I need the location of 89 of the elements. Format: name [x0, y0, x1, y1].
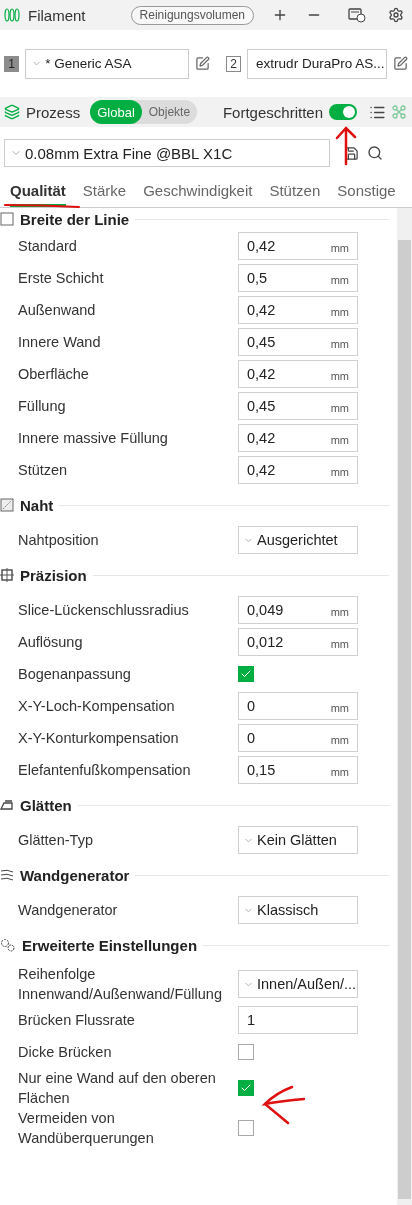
check-icon [240, 1082, 252, 1094]
section-heading: Wandgenerator [20, 866, 130, 884]
tab[interactable]: Stützen [269, 182, 321, 207]
number-field[interactable]: 0 mm [238, 724, 358, 752]
checkbox[interactable] [238, 666, 254, 682]
annotation-arrow [262, 1085, 308, 1127]
search-icon[interactable] [367, 145, 383, 161]
tab[interactable]: Stärke [82, 182, 127, 207]
dropdown[interactable]: Klassisch [238, 896, 358, 924]
number-field[interactable]: 0,15 mm [238, 756, 358, 784]
extruder-number[interactable]: 2 [225, 55, 242, 72]
setting-label: X-Y-Konturkompensation [18, 729, 180, 748]
setting-label: X-Y-Loch-Kompensation [18, 697, 176, 716]
setting-label: Innere Wand [18, 333, 102, 352]
wall-icon [0, 869, 14, 881]
setting-label: Stützen [18, 461, 69, 480]
section-heading: Naht [20, 496, 54, 514]
layers-icon [4, 104, 20, 120]
setting-label: Erste Schicht [18, 269, 105, 288]
number-field[interactable]: 0,42 mm [238, 456, 358, 484]
number-field[interactable]: 0,45 mm [238, 392, 358, 420]
dropdown[interactable]: Ausgerichtet [238, 526, 358, 554]
setting-label: Bogenanpassung [18, 665, 132, 684]
section-heading: Präzision [20, 566, 87, 584]
preset-name: 0.08mm Extra Fine @BBL X1C [25, 144, 233, 162]
setting-label: Nur eine Wand auf den oberen Flächen [18, 1069, 217, 1108]
setting-label: Wandgenerator [18, 901, 119, 920]
number-field[interactable]: 1 [238, 1006, 358, 1034]
extruder-number[interactable]: 1 [4, 55, 20, 72]
purge-volume-button[interactable]: Reinigungsvolumen [130, 5, 254, 25]
number-field[interactable]: 0,42 mm [238, 424, 358, 452]
crosshair-icon [0, 568, 14, 582]
checkbox[interactable] [238, 1080, 254, 1096]
printer-sync-icon[interactable] [348, 7, 366, 23]
panel-title: Filament [28, 6, 86, 24]
setting-label: Vermeiden von Wandüberquerungen [18, 1109, 155, 1148]
section-heading: Breite der Linie [20, 210, 130, 228]
number-field[interactable]: 0 mm [238, 692, 358, 720]
setting-label: Auflösung [18, 633, 84, 652]
iron-icon [0, 799, 14, 811]
gears-icon [0, 938, 16, 952]
setting-label: Slice-Lückenschlussradius [18, 601, 190, 620]
setting-label: Außenwand [18, 301, 97, 320]
section-heading: Erweiterte Einstellungen [22, 936, 198, 954]
number-field[interactable]: 0,45 mm [238, 328, 358, 356]
filament-icon [4, 8, 20, 22]
setting-label: Dicke Brücken [18, 1043, 113, 1062]
line-width-icon [0, 212, 14, 226]
number-field[interactable]: 0,42 mm [238, 360, 358, 388]
checkbox[interactable] [238, 1120, 254, 1136]
setting-label: Innere massive Füllung [18, 429, 169, 448]
settings-icon[interactable] [388, 7, 404, 23]
setting-label: Elefantenfußkompensation [18, 761, 192, 780]
preset-dropdown[interactable]: 0.08mm Extra Fine @BBL X1C [4, 139, 330, 167]
seam-icon [0, 498, 14, 512]
setting-label: Füllung [18, 397, 67, 416]
tab[interactable]: Qualität [10, 182, 66, 207]
advanced-label: Fortgeschritten [222, 103, 323, 121]
edit-icon[interactable] [194, 56, 210, 71]
advanced-switch[interactable] [329, 104, 357, 120]
filament-name: * Generic ASA [45, 56, 132, 71]
filament-name: extrudr DuraPro AS... [256, 56, 385, 71]
setting-label: Reihenfolge Innenwand/Außenwand/Füllung [18, 965, 223, 1004]
section-title: Prozess [26, 103, 81, 121]
dropdown[interactable]: Kein Glätten [238, 826, 358, 854]
dropdown[interactable]: Innen/Außen/... [238, 970, 358, 998]
setting-label: Nahtposition [18, 531, 100, 550]
tab[interactable]: Sonstige [337, 182, 396, 207]
checkbox[interactable] [238, 1044, 254, 1060]
number-field[interactable]: 0,012 mm [238, 628, 358, 656]
section-heading: Glätten [20, 796, 72, 814]
filament-dropdown[interactable]: * Generic ASA [25, 48, 189, 79]
setting-label: Standard [18, 237, 78, 256]
number-field[interactable]: 0,42 mm [238, 296, 358, 324]
annotation-arrow [334, 126, 358, 166]
check-icon [240, 668, 252, 680]
tab[interactable]: Geschwindigkeit [143, 182, 253, 207]
setting-label: Brücken Flussrate [18, 1011, 136, 1030]
save-icon[interactable] [344, 145, 359, 161]
scrollbar[interactable] [397, 208, 412, 1205]
filament-dropdown[interactable]: extrudr DuraPro AS... [247, 48, 387, 79]
mode-toggle[interactable]: Objekte [141, 100, 198, 124]
number-field[interactable]: 0,42 mm [238, 232, 358, 260]
setting-label: Oberfläche [18, 365, 90, 384]
number-field[interactable]: 0,5 mm [238, 264, 358, 292]
add-icon[interactable] [272, 7, 288, 23]
number-field[interactable]: 0,049 mm [238, 596, 358, 624]
edit-icon[interactable] [393, 56, 408, 71]
setting-label: Glätten-Typ [18, 831, 94, 850]
